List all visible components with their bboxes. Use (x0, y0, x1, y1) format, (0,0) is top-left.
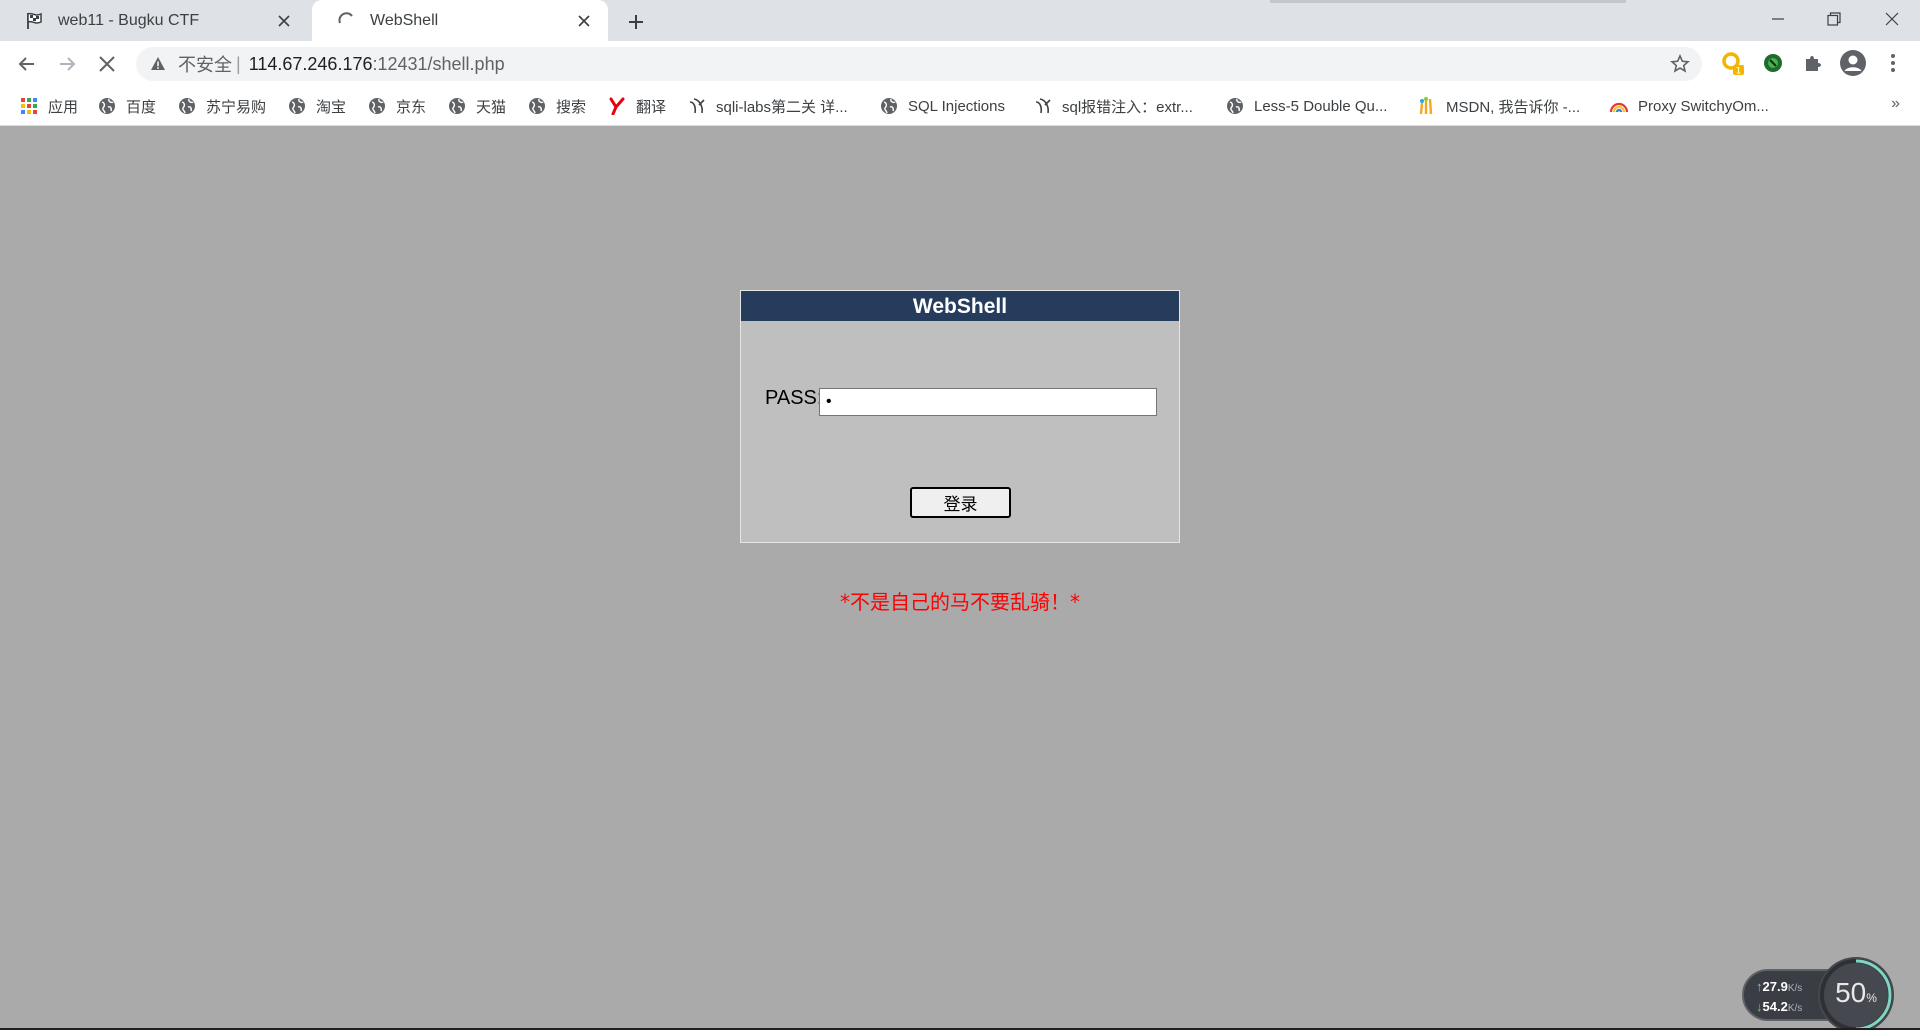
extension-key-icon[interactable]: 1 (1719, 49, 1747, 77)
bookmark-baidu[interactable]: 百度 (98, 95, 156, 117)
bookmark-label: 京东 (396, 98, 427, 116)
bookmark-tmall[interactable]: 天猫 (448, 95, 506, 117)
bookmark-suning[interactable]: 苏宁易购 (178, 95, 266, 117)
bookmark-sqli-labs[interactable]: sqli-labs第二关 详... (688, 95, 848, 117)
close-window-button[interactable] (1864, 0, 1920, 38)
bookmark-jd[interactable]: 京东 (368, 95, 426, 117)
gauge-percent: 50% (1835, 977, 1877, 1008)
bookmark-sql-error-injection[interactable]: sql报错注入：extr... (1034, 95, 1193, 117)
bookmark-translate[interactable]: 翻译 (608, 95, 666, 117)
bookmark-label: 天猫 (476, 98, 507, 116)
globe-icon (288, 97, 306, 115)
minimize-button[interactable] (1750, 0, 1806, 38)
bookmark-apps[interactable]: 应用 (20, 95, 78, 117)
close-icon[interactable] (274, 11, 294, 31)
page-viewport: WebShell PASS: 登录 *不是自己的马不要乱骑！* ↑27.9K/s… (0, 126, 1920, 1030)
rainbow-icon (1610, 97, 1628, 115)
more-menu-icon[interactable] (1879, 49, 1907, 77)
bookmark-proxy-switchyomega[interactable]: Proxy SwitchyOm... (1610, 95, 1769, 117)
arrow-left-icon (18, 57, 34, 71)
stop-loading-button[interactable] (89, 46, 125, 82)
login-form: WebShell PASS: 登录 (740, 290, 1180, 543)
bookmark-label: SQL Injections (908, 97, 1005, 115)
apps-grid-icon (20, 97, 38, 115)
password-input[interactable] (819, 388, 1157, 416)
bookmark-label: sqli-labs第二关 详... (716, 98, 848, 116)
cnblogs-icon (688, 97, 706, 115)
new-tab-button[interactable] (622, 8, 650, 36)
arrow-right-icon (60, 57, 76, 71)
network-speed-widget[interactable]: ↑27.9K/s ↓54.2K/s 50% (1742, 957, 1894, 1030)
bookmark-sql-injections[interactable]: SQL Injections (880, 95, 1005, 117)
login-button[interactable]: 登录 (910, 487, 1011, 518)
back-button[interactable] (9, 46, 45, 82)
login-title: WebShell (741, 291, 1179, 321)
profile-avatar-icon[interactable] (1839, 49, 1867, 77)
globe-icon (528, 97, 546, 115)
cnblogs-icon (1034, 97, 1052, 115)
globe-icon (98, 97, 116, 115)
separator: | (236, 53, 241, 74)
puzzle-icon[interactable] (1799, 49, 1827, 77)
memory-gauge: 50% (1818, 957, 1894, 1030)
address-bar[interactable]: 不安全 | 114.67.246.176:12431/shell.php (136, 47, 1702, 81)
bookmarks-overflow-button[interactable]: » (1891, 95, 1900, 113)
svg-text:1: 1 (1736, 67, 1742, 77)
tab-strip-shadow (1270, 0, 1626, 3)
forward-button[interactable] (49, 46, 85, 82)
bookmark-label: sql报错注入：extr... (1062, 98, 1193, 116)
close-icon[interactable] (574, 11, 594, 31)
bookmark-label: Proxy SwitchyOm... (1638, 97, 1769, 115)
bookmark-label: Less-5 Double Qu... (1254, 97, 1388, 115)
globe-icon (880, 97, 898, 115)
upload-speed: ↑27.9K/s (1756, 979, 1803, 994)
url-text[interactable]: 114.67.246.176:12431/shell.php (249, 54, 505, 75)
bookmark-label: 应用 (48, 98, 79, 116)
loading-spinner-icon (336, 10, 358, 32)
bookmark-star-icon[interactable] (1670, 54, 1690, 74)
plus-icon (629, 15, 643, 29)
tab-title: WebShell (370, 11, 439, 29)
bookmark-label: 淘宝 (316, 98, 347, 116)
bookmark-search[interactable]: 搜索 (528, 95, 586, 117)
stop-icon (99, 56, 115, 72)
extension-green-icon[interactable] (1759, 49, 1787, 77)
globe-icon (448, 97, 466, 115)
restore-icon (1827, 12, 1841, 26)
bookmarks-bar: 应用 百度 苏宁易购 淘宝 京东 天猫 搜索 翻译 sqli-labs第二关 详… (0, 87, 1920, 126)
close-icon (1885, 12, 1899, 26)
tab-web11[interactable]: web11 - Bugku CTF (0, 0, 308, 41)
globe-icon (178, 97, 196, 115)
restore-button[interactable] (1806, 0, 1862, 38)
browser-toolbar: 不安全 | 114.67.246.176:12431/shell.php 1 (0, 41, 1920, 87)
bookmark-less-5[interactable]: Less-5 Double Qu... (1226, 95, 1387, 117)
tab-webshell[interactable]: WebShell (312, 0, 608, 41)
youdao-icon (608, 97, 626, 115)
msdn-icon (1418, 97, 1436, 115)
bookmark-msdn[interactable]: MSDN, 我告诉你 -... (1418, 95, 1580, 117)
tab-title: web11 - Bugku CTF (58, 11, 200, 29)
flag-icon (24, 10, 46, 32)
bookmark-label: 苏宁易购 (206, 98, 267, 116)
security-label[interactable]: 不安全 (178, 51, 232, 77)
warning-triangle-icon[interactable] (150, 55, 168, 73)
bookmark-label: 百度 (126, 98, 157, 116)
bookmark-taobao[interactable]: 淘宝 (288, 95, 346, 117)
warning-text: *不是自己的马不要乱骑！* (840, 590, 1080, 614)
tab-strip: web11 - Bugku CTF WebShell (0, 0, 1920, 41)
download-speed: ↓54.2K/s (1756, 999, 1803, 1014)
bookmark-label: 翻译 (636, 98, 667, 116)
minimize-icon (1772, 18, 1784, 20)
globe-icon (368, 97, 386, 115)
globe-icon (1226, 97, 1244, 115)
bookmark-label: 搜索 (556, 98, 587, 116)
bookmark-label: MSDN, 我告诉你 -... (1446, 98, 1581, 116)
pass-label: PASS: (765, 387, 823, 409)
